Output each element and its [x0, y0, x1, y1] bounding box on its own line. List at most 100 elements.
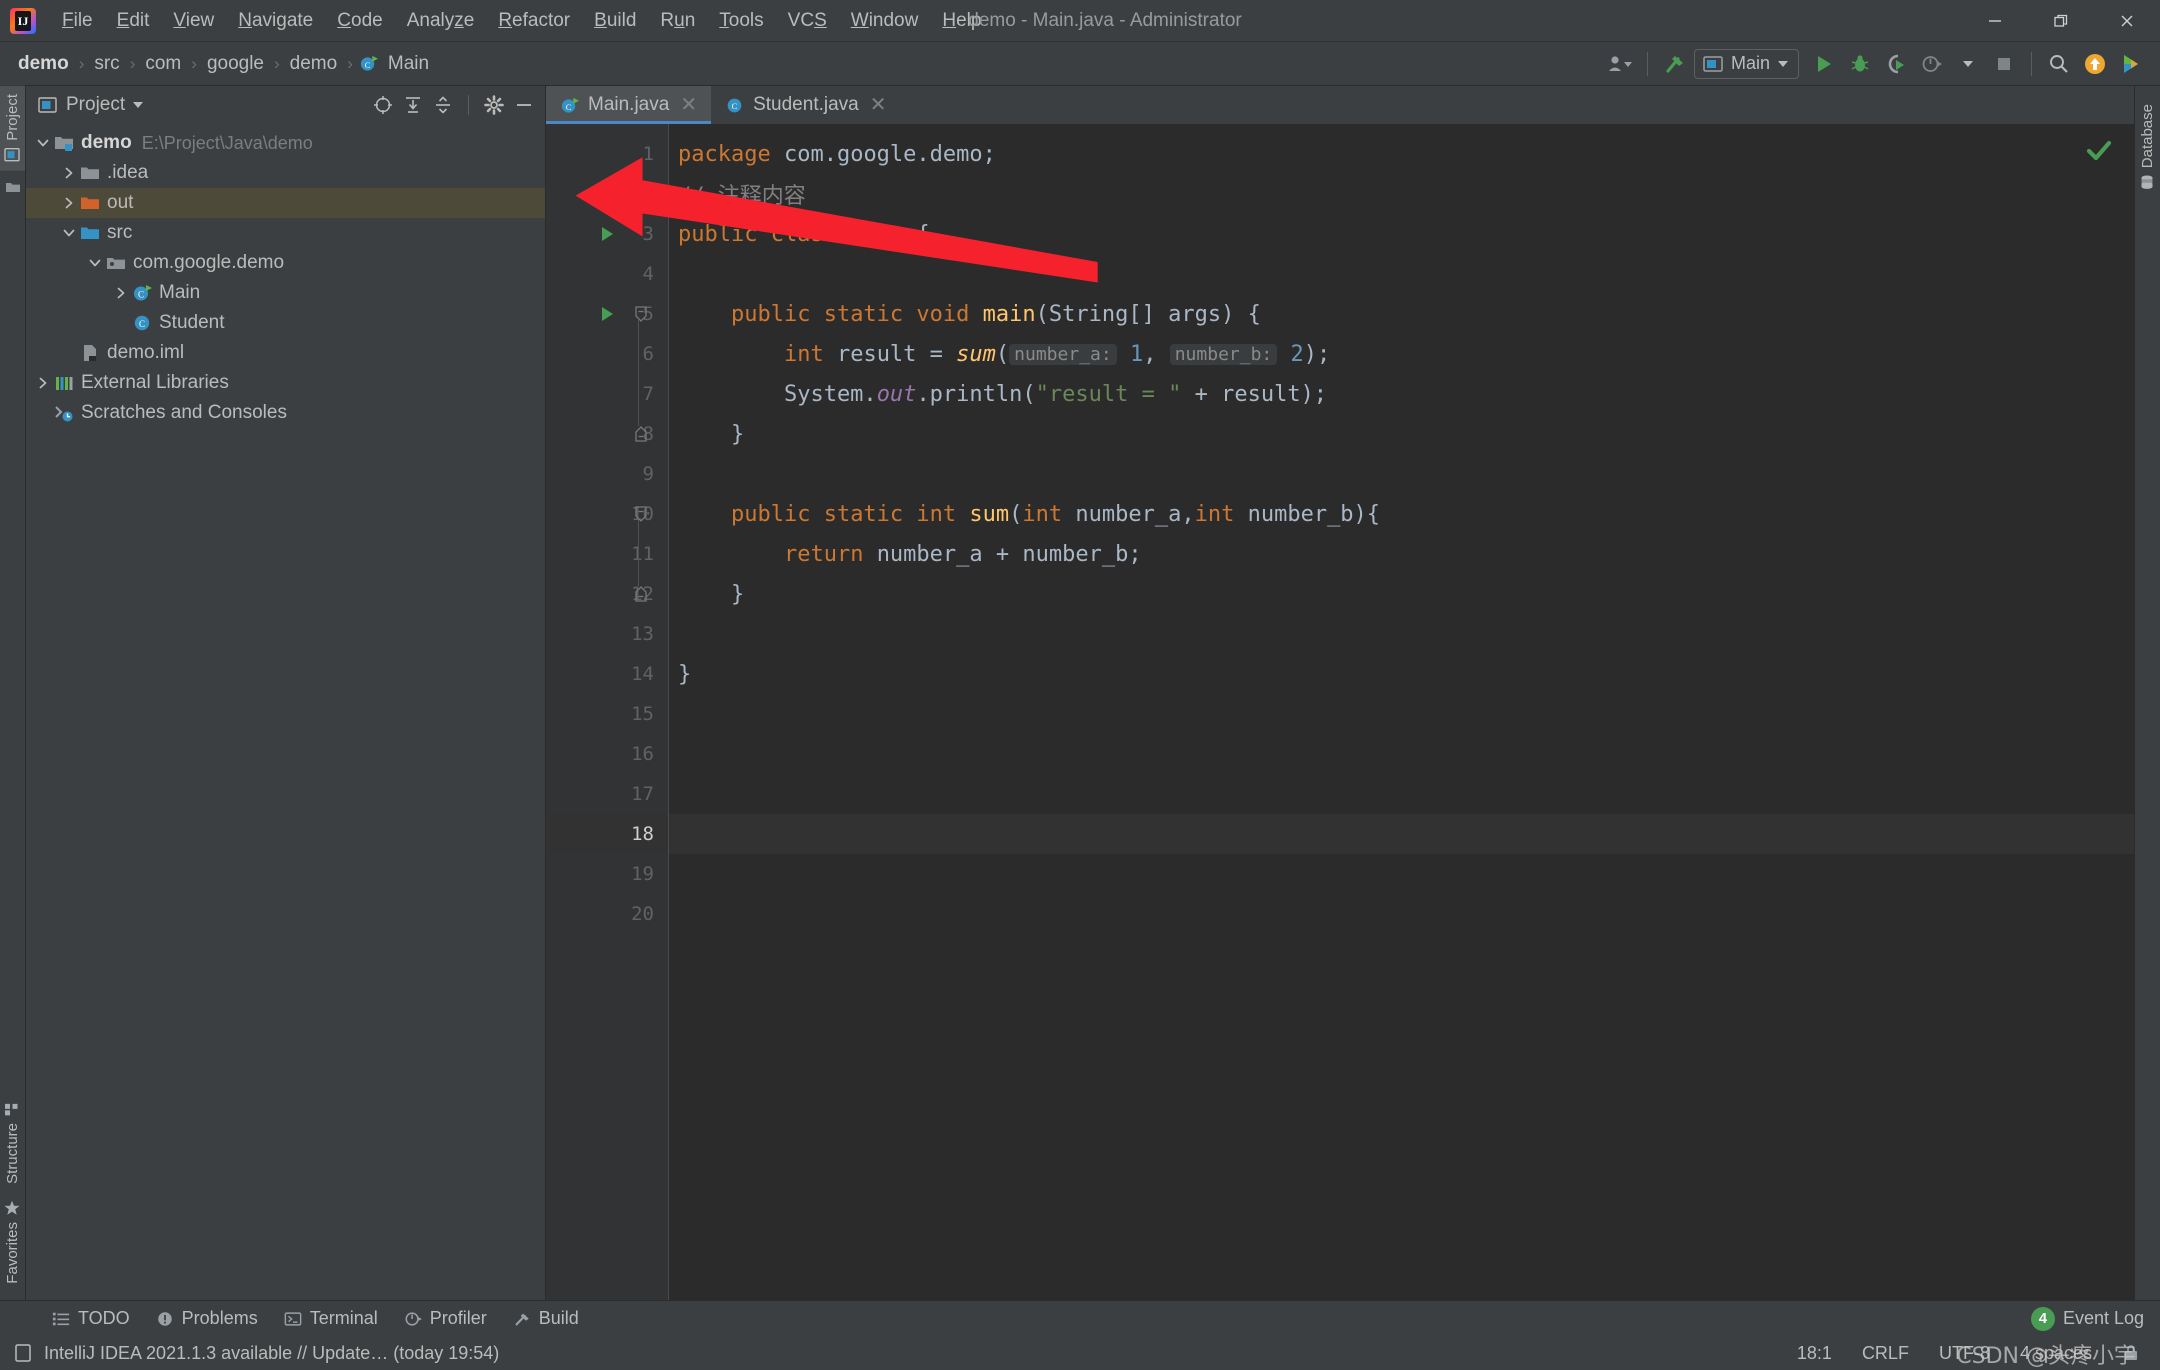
tree-node-com-google-demo[interactable]: com.google.demo	[26, 248, 545, 278]
profile-button[interactable]	[1915, 48, 1949, 80]
tree-expand-toggle[interactable]	[32, 372, 54, 394]
code-line-19[interactable]	[668, 854, 2134, 894]
tree-expand-toggle[interactable]	[84, 252, 106, 274]
breadcrumb-item-demo[interactable]: demo	[14, 51, 73, 77]
code-line-7[interactable]: System. out .println("result = " + result)…	[668, 374, 2134, 414]
select-opened-file-icon[interactable]	[370, 92, 396, 118]
code-line-16[interactable]	[668, 734, 2134, 774]
code-line-5[interactable]: public static void main (String[] args) {	[668, 294, 2134, 334]
tree-node-external-libraries[interactable]: External Libraries	[26, 368, 545, 398]
menu-item-refactor[interactable]: Refactor	[486, 6, 582, 36]
close-icon[interactable]: ✕	[870, 95, 887, 115]
gutter-line-4[interactable]: 4	[546, 254, 668, 294]
caret-position[interactable]: 18:1	[1797, 1343, 1832, 1364]
code-text[interactable]: package com.google.demo; // 注释内容 public cl…	[668, 124, 2134, 1300]
gutter-line-19[interactable]: 19	[546, 854, 668, 894]
code-line-13[interactable]	[668, 614, 2134, 654]
run-gutter-icon[interactable]	[598, 225, 616, 243]
restore-button[interactable]	[2028, 0, 2094, 41]
encoding[interactable]: UTF-8	[1939, 1343, 1990, 1364]
code-line-14[interactable]: }	[668, 654, 2134, 694]
menu-item-tools[interactable]: Tools	[707, 6, 775, 36]
sidebar-item-structure[interactable]: Structure	[0, 1093, 25, 1192]
event-log-area[interactable]: 4 Event Log	[2030, 1306, 2160, 1331]
gutter-line-7[interactable]: 7	[546, 374, 668, 414]
notification-icon[interactable]	[14, 1343, 32, 1363]
gutter-line-2[interactable]: 2	[546, 174, 668, 214]
run-button[interactable]	[1807, 48, 1841, 80]
close-button[interactable]	[2094, 0, 2160, 41]
debug-button[interactable]	[1843, 48, 1877, 80]
run-gutter-icon[interactable]	[598, 305, 616, 323]
gutter-line-15[interactable]: 15	[546, 694, 668, 734]
gutter-line-18[interactable]: 18	[546, 814, 668, 854]
tree-node-demo[interactable]: demo E:\Project\Java\demo	[26, 128, 545, 158]
breadcrumb-item-demo[interactable]: demo	[286, 51, 342, 77]
tree-node-src[interactable]: src	[26, 218, 545, 248]
code-line-8[interactable]: }	[668, 414, 2134, 454]
code-line-15[interactable]	[668, 694, 2134, 734]
gutter-line-5[interactable]: 5	[546, 294, 668, 334]
sidebar-item-folder[interactable]	[1, 171, 25, 203]
line-separator[interactable]: CRLF	[1862, 1343, 1909, 1364]
gutter-line-6[interactable]: 6	[546, 334, 668, 374]
run-configuration-selector[interactable]: Main	[1693, 48, 1799, 79]
search-everywhere-button[interactable]	[2042, 48, 2076, 80]
editor-tab-student-java[interactable]: C Student.java ✕	[711, 86, 900, 124]
code-line-18[interactable]	[668, 814, 2134, 854]
gutter-line-3[interactable]: 3	[546, 214, 668, 254]
settings-gear-icon[interactable]	[481, 92, 507, 118]
fold-start-icon[interactable]	[634, 305, 648, 323]
breadcrumb-item-src[interactable]: src	[90, 51, 123, 77]
code-line-9[interactable]	[668, 454, 2134, 494]
menu-item-run[interactable]: Run	[648, 6, 707, 36]
tree-expand-toggle[interactable]	[58, 222, 80, 244]
status-message[interactable]: IntelliJ IDEA 2021.1.3 available // Upda…	[44, 1343, 499, 1364]
breadcrumb-item-com[interactable]: com	[141, 51, 185, 77]
run-with-coverage-button[interactable]	[1879, 48, 1913, 80]
tree-expand-toggle[interactable]	[58, 192, 80, 214]
gutter-line-17[interactable]: 17	[546, 774, 668, 814]
tree-expand-toggle[interactable]	[58, 162, 80, 184]
inspections-ok-checkmark[interactable]	[2086, 138, 2112, 164]
sidebar-item-database[interactable]: Database	[2135, 96, 2160, 194]
build-hammer-icon[interactable]	[1658, 48, 1692, 80]
menu-item-code[interactable]: Code	[325, 6, 394, 36]
gutter-line-13[interactable]: 13	[546, 614, 668, 654]
editor-tab-main-java[interactable]: C Main.java ✕	[546, 86, 712, 124]
sidebar-item-project[interactable]: Project	[0, 86, 25, 171]
minimize-button[interactable]	[1962, 0, 2028, 41]
code-line-6[interactable]: int result = sum(number_a: 1, number_b: …	[668, 334, 2134, 374]
close-icon[interactable]: ✕	[680, 95, 697, 115]
code-line-10[interactable]: public static int sum(int number_a, int n…	[668, 494, 2134, 534]
code-line-11[interactable]: return number_a + number_b;	[668, 534, 2134, 574]
account-icon[interactable]	[1603, 48, 1637, 80]
fold-end-icon[interactable]	[634, 585, 648, 603]
gutter-line-1[interactable]: 1	[546, 134, 668, 174]
code-editor[interactable]: 1 2 3 4 5 6 7 8 9 10 11 12 13 14 15 16 17 18 19 20 package …	[546, 124, 2134, 1300]
gutter-line-8[interactable]: 8	[546, 414, 668, 454]
read-only-lock-icon[interactable]	[2122, 1343, 2140, 1363]
menu-item-analyze[interactable]: Analyze	[395, 6, 487, 36]
code-line-2[interactable]: // 注释内容	[668, 174, 2134, 214]
tree-expand-toggle[interactable]	[110, 282, 132, 304]
code-line-17[interactable]	[668, 774, 2134, 814]
tool-window-terminal[interactable]: Terminal	[272, 1305, 390, 1332]
gutter-line-14[interactable]: 14	[546, 654, 668, 694]
tree-expand-toggle[interactable]	[32, 132, 54, 154]
gutter-line-11[interactable]: 11	[546, 534, 668, 574]
menu-item-file[interactable]: File	[50, 6, 105, 36]
gutter-line-10[interactable]: 10	[546, 494, 668, 534]
tool-window-todo[interactable]: TODO	[40, 1305, 142, 1332]
code-line-1[interactable]: package com.google.demo;	[668, 134, 2134, 174]
indent-setting[interactable]: 4 spaces	[2020, 1343, 2092, 1364]
breadcrumb-item-google[interactable]: google	[203, 51, 268, 77]
tree-node--idea[interactable]: .idea	[26, 158, 545, 188]
menu-item-view[interactable]: View	[161, 6, 226, 36]
breadcrumb-item-main[interactable]: C Main	[359, 51, 433, 77]
tree-node-main[interactable]: C Main	[26, 278, 545, 308]
sidebar-item-favorites[interactable]: Favorites	[0, 1192, 25, 1292]
editor-gutter[interactable]: 1 2 3 4 5 6 7 8 9 10 11 12 13 14 15 16 17 18 19 20	[546, 124, 668, 1300]
menu-item-vcs[interactable]: VCS	[776, 6, 839, 36]
tool-window-problems[interactable]: Problems	[144, 1305, 270, 1332]
